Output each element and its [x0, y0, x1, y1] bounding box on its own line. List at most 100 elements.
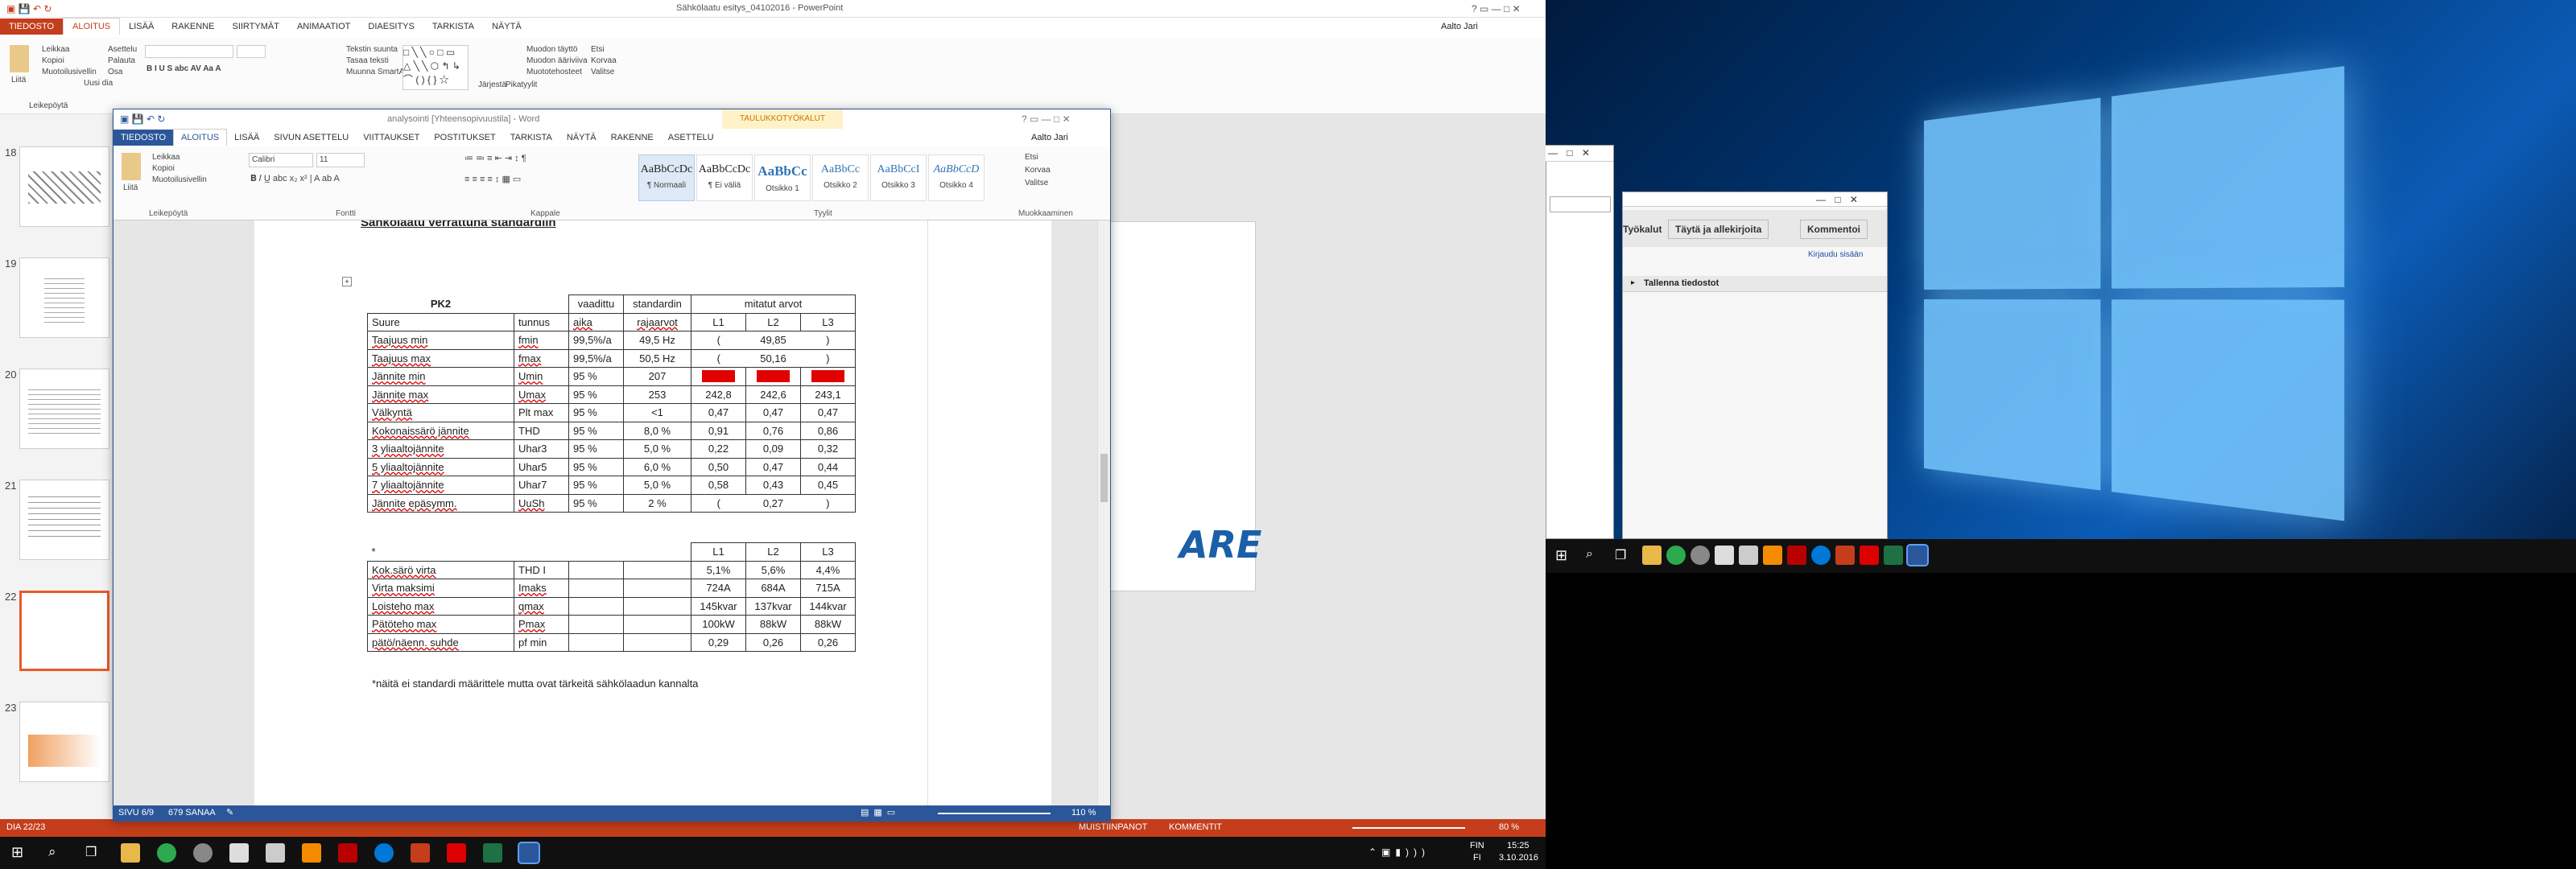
- filezilla-icon[interactable]: [338, 843, 357, 863]
- table-cell[interactable]: [623, 615, 691, 634]
- table-cell[interactable]: Taajuus min: [367, 331, 514, 350]
- app-icon[interactable]: [1690, 546, 1710, 565]
- table-cell[interactable]: 144kvar: [800, 596, 856, 616]
- paste-button[interactable]: Liitä: [11, 76, 26, 84]
- word-font-name-box[interactable]: Calibri: [249, 153, 313, 167]
- search-box[interactable]: [1550, 196, 1611, 212]
- search-icon[interactable]: ⌕: [1586, 547, 1593, 562]
- table-cell-highlighted[interactable]: 190,2: [800, 367, 856, 386]
- table-cell[interactable]: 724A: [691, 579, 746, 598]
- table-cell[interactable]: [623, 579, 691, 598]
- table-cell[interactable]: 5,0 %: [623, 476, 691, 495]
- task-view-icon[interactable]: ❐: [85, 844, 97, 860]
- table-cell[interactable]: pätö/näenn. suhde: [367, 632, 514, 652]
- word-tab-insert[interactable]: LISÄÄ: [227, 130, 266, 146]
- table-cell[interactable]: 0,47: [745, 403, 801, 422]
- word-zoom-level[interactable]: 110 %: [1071, 808, 1096, 818]
- quick-access-icons[interactable]: ▣ 💾 ↶ ↻: [6, 3, 52, 14]
- table-cell[interactable]: 95 %: [568, 421, 624, 440]
- panel-window-controls[interactable]: — □ ✕: [1816, 194, 1861, 205]
- table-cell[interactable]: 0,50: [691, 457, 746, 476]
- word-font-size-box[interactable]: 11: [316, 153, 365, 167]
- table-cell[interactable]: [568, 615, 624, 634]
- table-cell[interactable]: Pätöteho max: [367, 615, 514, 634]
- input-language[interactable]: FIN: [1470, 841, 1484, 850]
- table-cell[interactable]: 0,44: [800, 457, 856, 476]
- font-name-box[interactable]: [145, 45, 233, 58]
- word-quick-access-icons[interactable]: ▣ 💾 ↶ ↻: [120, 113, 165, 125]
- clock-date[interactable]: 3.10.2016: [1499, 853, 1538, 863]
- table-cell[interactable]: 0,29: [691, 632, 746, 652]
- table-cell[interactable]: 0,91: [691, 421, 746, 440]
- tab-view[interactable]: NÄYTÄ: [483, 19, 530, 35]
- table-cell[interactable]: Uhar5: [514, 457, 569, 476]
- table-cell[interactable]: Umin: [514, 367, 569, 386]
- arrange-button[interactable]: Järjestä: [478, 80, 506, 89]
- table-cell[interactable]: 253: [623, 385, 691, 404]
- table-cell[interactable]: 0,47: [691, 403, 746, 422]
- word-tab-table-layout[interactable]: ASETTELU: [661, 130, 721, 146]
- scroll-thumb[interactable]: [1100, 454, 1108, 502]
- word-page[interactable]: Sähkölaatu verrattuna standardiin + PK2 …: [254, 220, 1051, 805]
- copy-button[interactable]: Kopioi: [42, 56, 64, 65]
- table-cell[interactable]: 0,47: [745, 457, 801, 476]
- table-cell[interactable]: 0,09: [745, 439, 801, 459]
- table-cell[interactable]: [624, 543, 691, 562]
- table-cell[interactable]: 0,45: [800, 476, 856, 495]
- table-cell[interactable]: pf min: [514, 632, 569, 652]
- acrobat-icon[interactable]: [447, 843, 466, 863]
- table-header-cell[interactable]: L2: [745, 312, 801, 332]
- table-cell[interactable]: 8,0 %: [623, 421, 691, 440]
- store-icon[interactable]: [1715, 546, 1734, 565]
- new-slide-button[interactable]: Uusi dia: [84, 79, 113, 88]
- tab-home[interactable]: ALOITUS: [63, 18, 121, 35]
- table-cell[interactable]: 242,8: [691, 385, 746, 404]
- paragraph-align-buttons[interactable]: ≡ ≡ ≡ ≡ ↕ ▦ ▭: [464, 174, 521, 184]
- table-cell[interactable]: 95 %: [568, 385, 624, 404]
- table-cell[interactable]: mitatut arvot: [691, 294, 856, 314]
- table-cell[interactable]: 0,47: [800, 403, 856, 422]
- table-cell-highlighted[interactable]: 192,9: [691, 367, 746, 386]
- table-cell[interactable]: [568, 560, 624, 579]
- tab-review[interactable]: TARKISTA: [423, 19, 483, 35]
- table-header-cell[interactable]: rajaarvot: [623, 312, 691, 332]
- table-cell[interactable]: 50,5 Hz: [623, 348, 691, 368]
- table-cell[interactable]: 0,43: [745, 476, 801, 495]
- table-cell[interactable]: 243,1: [800, 385, 856, 404]
- table-cell[interactable]: 0,26: [800, 632, 856, 652]
- powerpoint-icon[interactable]: [1835, 546, 1855, 565]
- word-paste-button[interactable]: Liitä: [123, 183, 138, 192]
- keyboard-layout[interactable]: FI: [1473, 853, 1481, 863]
- table-cell[interactable]: 5 yliaaltojännite: [367, 457, 514, 476]
- fill-sign-tab[interactable]: Täytä ja allekirjoita: [1668, 220, 1769, 239]
- table-cell[interactable]: 5,1%: [691, 560, 746, 579]
- table-cell[interactable]: 145kvar: [691, 596, 746, 616]
- table-cell[interactable]: 50,16: [745, 348, 801, 368]
- tab-slideshow[interactable]: DIAESITYS: [359, 19, 423, 35]
- table-cell[interactable]: 49,5 Hz: [623, 331, 691, 350]
- word-vertical-scrollbar[interactable]: [1097, 220, 1110, 805]
- start-icon[interactable]: ⊞: [1555, 547, 1567, 564]
- table-cell[interactable]: 207: [623, 367, 691, 386]
- word-tab-home[interactable]: ALOITUS: [173, 129, 228, 146]
- table-cell[interactable]: [623, 596, 691, 616]
- table-cell[interactable]: UuSh: [514, 493, 569, 513]
- word-format-painter-button[interactable]: Muotoilusivellin: [152, 175, 207, 184]
- table-cell[interactable]: [623, 632, 691, 652]
- word-tab-table-design[interactable]: RAKENNE: [604, 130, 661, 146]
- table-cell[interactable]: 5,6%: [745, 560, 801, 579]
- chrome-icon[interactable]: [1666, 546, 1686, 565]
- table-cell[interactable]: Taajuus max: [367, 348, 514, 368]
- notes-button[interactable]: MUISTIINPANOT: [1079, 822, 1147, 832]
- word-tab-design[interactable]: SIVUN ASETTELU: [266, 130, 356, 146]
- tab-design[interactable]: RAKENNE: [163, 19, 223, 35]
- slide-thumbnail[interactable]: [19, 146, 109, 227]
- table-move-handle-icon[interactable]: +: [342, 277, 352, 286]
- style-heading-4[interactable]: AaBbCcD Otsikko 4: [928, 154, 985, 201]
- tools-tab[interactable]: Työkalut: [1623, 220, 1663, 239]
- word-icon[interactable]: [518, 842, 540, 864]
- style-no-spacing[interactable]: AaBbCcDc ¶ Ei väliä: [696, 154, 753, 201]
- tab-insert[interactable]: LISÄÄ: [120, 19, 163, 35]
- table-cell[interactable]: Plt max: [514, 403, 569, 422]
- expand-arrow-icon[interactable]: ▸: [1631, 278, 1635, 287]
